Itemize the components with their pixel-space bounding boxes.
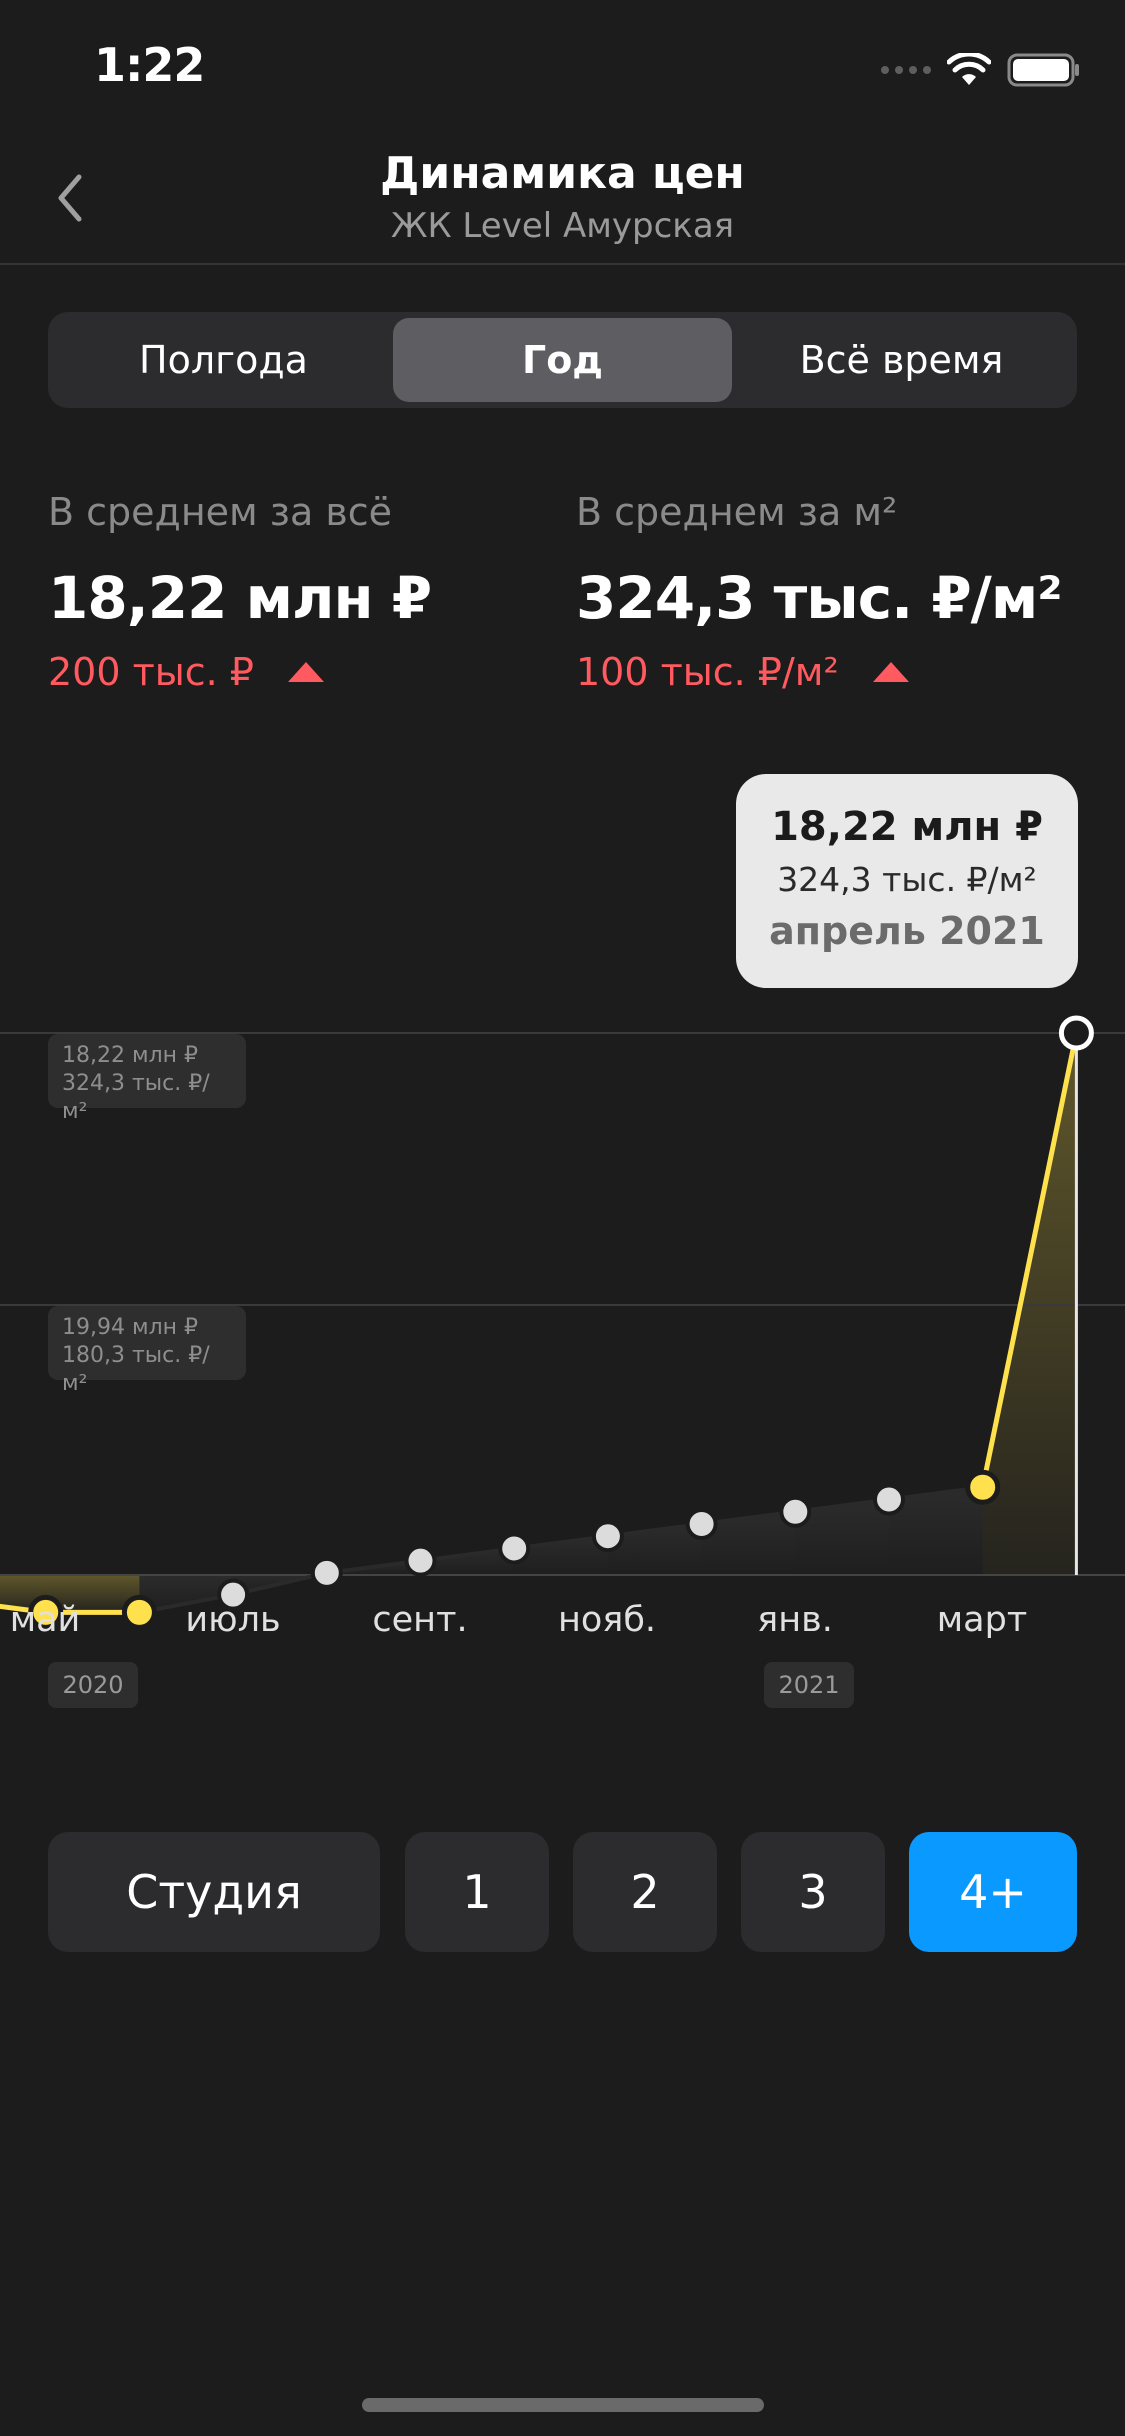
tooltip-date: апрель 2021 [769, 909, 1045, 953]
stat-total-change-value: 200 тыс. ₽ [48, 650, 254, 694]
data-point [779, 1495, 812, 1528]
data-point [873, 1483, 905, 1516]
room-4plus-button[interactable]: 4+ [909, 1832, 1077, 1952]
x-tick-label: сент. [372, 1600, 468, 1640]
stat-total: В среднем за всё 18,22 млн ₽ 200 тыс. ₽ [48, 490, 432, 694]
period-selector: Полгода Год Всё время [48, 312, 1077, 408]
x-tick-label: июль [185, 1600, 281, 1640]
data-point [965, 1469, 1001, 1505]
trend-up-icon [287, 662, 324, 682]
x-tick-label: март [936, 1600, 1028, 1640]
stat-per-sqm: В среднем за м² 324,3 тыс. ₽/м² 100 тыс.… [576, 490, 1063, 694]
data-point [591, 1520, 624, 1553]
tab-all-time[interactable]: Всё время [732, 318, 1071, 402]
wifi-icon [947, 53, 991, 85]
room-studio-button[interactable]: Студия [48, 1832, 380, 1952]
stat-total-value: 18,22 млн ₽ [48, 564, 432, 632]
data-point-selected [1058, 1015, 1094, 1051]
stat-per-sqm-change-value: 100 тыс. ₽/м² [576, 650, 839, 694]
min-range-label: 19,94 млн ₽ 180,3 тыс. ₽/м² [48, 1306, 246, 1396]
signal-icon [881, 66, 931, 74]
home-indicator [362, 2398, 764, 2412]
page-subtitle: ЖК Level Амурская [390, 206, 735, 246]
min-range-per-sqm: 180,3 тыс. ₽/м² [62, 1343, 210, 1396]
stat-per-sqm-value: 324,3 тыс. ₽/м² [576, 564, 1063, 632]
page-title: Динамика цен [380, 148, 745, 199]
battery-icon [1007, 53, 1079, 87]
nav-divider [0, 263, 1125, 265]
status-icons [881, 50, 1081, 90]
tab-year[interactable]: Год [393, 318, 732, 402]
x-tick-label: май [9, 1600, 81, 1640]
tab-half-year[interactable]: Полгода [54, 318, 393, 402]
tooltip-per-sqm: 324,3 тыс. ₽/м² [777, 860, 1037, 899]
tooltip-price: 18,22 млн ₽ [771, 804, 1043, 850]
max-range-per-sqm: 324,3 тыс. ₽/м² [62, 1071, 210, 1124]
room-3-button[interactable]: 3 [741, 1832, 885, 1952]
data-point [404, 1544, 437, 1577]
data-point [685, 1507, 718, 1540]
stat-per-sqm-change: 100 тыс. ₽/м² [576, 650, 1062, 694]
year-badge: 2020 [48, 1662, 138, 1708]
max-range-label: 18,22 млн ₽ 324,3 тыс. ₽/м² [48, 1034, 246, 1124]
status-time: 1:22 [94, 38, 205, 92]
room-1-button[interactable]: 1 [405, 1832, 549, 1952]
trend-up-icon [872, 662, 909, 682]
chart-tooltip: 18,22 млн ₽ 324,3 тыс. ₽/м² апрель 2021 [736, 774, 1078, 988]
stat-total-change: 200 тыс. ₽ [48, 650, 431, 694]
max-range-price: 18,22 млн ₽ [62, 1043, 199, 1068]
x-tick-label: янв. [757, 1600, 833, 1640]
stat-total-label: В среднем за всё [48, 490, 393, 534]
screen: 1:22 Динамика цен ЖК Level Амурская Полг… [0, 0, 1125, 2436]
data-point [310, 1556, 343, 1589]
min-range-price: 19,94 млн ₽ [62, 1315, 199, 1340]
data-point [498, 1532, 531, 1565]
stat-per-sqm-label: В среднем за м² [576, 490, 898, 534]
year-badge: 2021 [764, 1662, 854, 1708]
x-tick-label: нояб. [557, 1600, 657, 1640]
room-2-button[interactable]: 2 [573, 1832, 717, 1952]
